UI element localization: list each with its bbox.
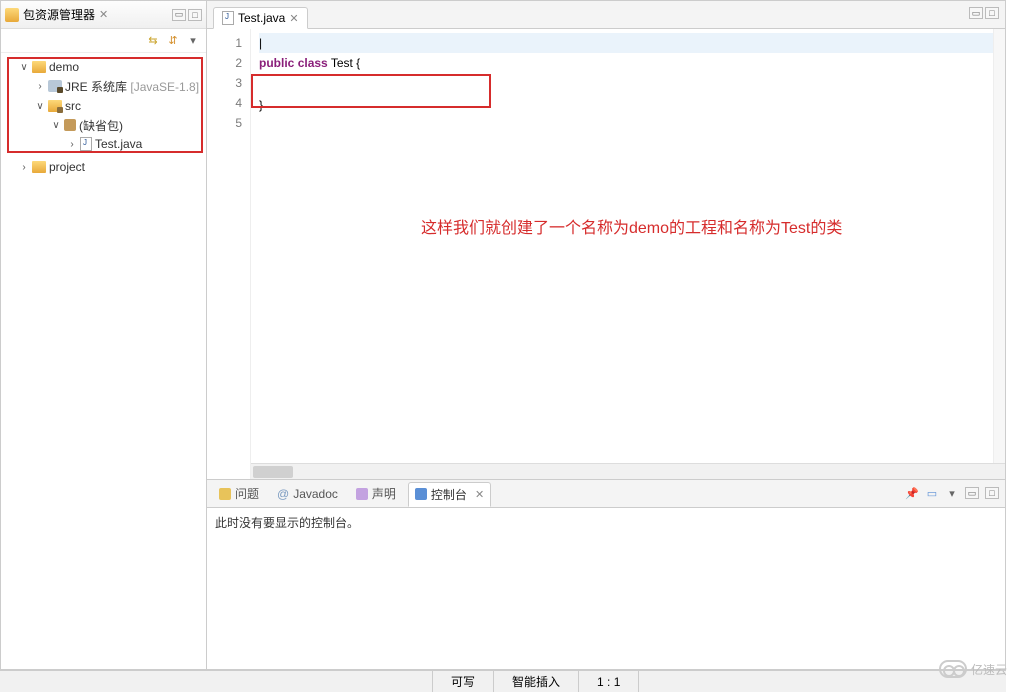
open-console-icon[interactable]: ▾ [945,486,959,500]
expand-icon[interactable]: ∨ [35,101,45,112]
link-editor-icon[interactable]: ⇵ [166,34,180,48]
problems-icon [219,488,231,500]
console-icon [415,488,427,500]
status-insert-mode: 智能插入 [493,671,578,692]
java-file-icon [222,11,234,25]
package-explorer: 包资源管理器 ✕ ▭ □ ⇆ ⇵ ▾ ∨ [1,1,207,669]
status-bar: 可写 智能插入 1 : 1 [0,670,1006,692]
project-icon [32,61,46,73]
close-tab-icon[interactable]: ✕ [289,12,298,25]
java-file-icon [80,137,92,151]
package-explorer-icon [5,8,19,22]
close-console-icon[interactable]: ✕ [475,488,484,501]
package-explorer-title: 包资源管理器 [23,6,95,23]
display-console-icon[interactable]: ▭ [925,486,939,500]
tab-problems[interactable]: 问题 [213,482,265,505]
editor-tabs: Test.java ✕ ▭ □ [207,1,1005,29]
tree-node-src[interactable]: ∨ src [35,97,204,115]
status-cursor-position: 1 : 1 [578,671,638,692]
watermark: 亿速云 [939,660,1007,678]
tab-declaration[interactable]: 声明 [350,482,402,505]
collapse-all-icon[interactable]: ⇆ [146,34,160,48]
tree-node-jre[interactable]: › JRE 系统库 [JavaSE-1.8] [35,77,204,95]
editor-tab-label: Test.java [238,11,285,25]
package-explorer-toolbar: ⇆ ⇵ ▾ [1,29,206,53]
expand-icon[interactable]: › [67,139,77,150]
tree-node-test-java[interactable]: › Test.java [67,135,204,153]
library-icon [48,80,62,92]
bottom-panel: 问题 @ Javadoc 声明 控制台 ✕ [207,479,1005,669]
maximize-view-button[interactable]: □ [188,9,202,21]
line-number-gutter: 1 2 3 4 5 [207,29,251,479]
minimize-editor-button[interactable]: ▭ [969,7,983,19]
editor-tab-test-java[interactable]: Test.java ✕ [213,7,308,29]
tab-console[interactable]: 控制台 ✕ [408,482,491,507]
watermark-icon [939,660,967,678]
annotation-box-code [251,74,491,108]
editor-area: Test.java ✕ ▭ □ 1 2 3 4 5 |public class … [207,1,1005,669]
expand-icon[interactable]: ∨ [51,120,61,131]
bottom-tabs: 问题 @ Javadoc 声明 控制台 ✕ [207,480,1005,508]
minimize-bottom-button[interactable]: ▭ [965,487,979,499]
maximize-bottom-button[interactable]: □ [985,487,999,499]
package-icon [64,119,76,131]
pin-console-icon[interactable]: 📌 [905,486,919,500]
declaration-icon [356,488,368,500]
overview-ruler[interactable] [993,29,1005,473]
expand-icon[interactable]: ∨ [19,62,29,73]
annotation-text: 这样我们就创建了一个名称为demo的工程和名称为Test的类 [421,219,842,239]
expand-icon[interactable]: › [19,162,29,173]
tree-node-demo[interactable]: ∨ demo [19,58,204,76]
maximize-editor-button[interactable]: □ [985,7,999,19]
source-folder-icon [48,100,62,112]
status-writable: 可写 [432,671,493,692]
code-editor[interactable]: |public class Test { } 这样我们就创建了一个名称为demo… [251,29,1005,479]
project-tree: ∨ demo › JRE 系统库 [JavaSE-1.8] [1,53,206,181]
tree-node-project[interactable]: › project [19,158,204,176]
horizontal-scrollbar[interactable] [251,463,1005,479]
project-icon [32,161,46,173]
view-menu-icon[interactable]: ▾ [186,34,200,48]
minimize-view-button[interactable]: ▭ [172,9,186,21]
expand-icon[interactable]: › [35,81,45,92]
console-body: 此时没有要显示的控制台。 [207,508,1005,669]
tree-node-default-package[interactable]: ∨ (缺省包) [51,116,204,134]
tab-javadoc[interactable]: @ Javadoc [271,484,344,504]
package-explorer-header: 包资源管理器 ✕ ▭ □ [1,1,206,29]
close-view-icon[interactable]: ✕ [99,8,108,21]
